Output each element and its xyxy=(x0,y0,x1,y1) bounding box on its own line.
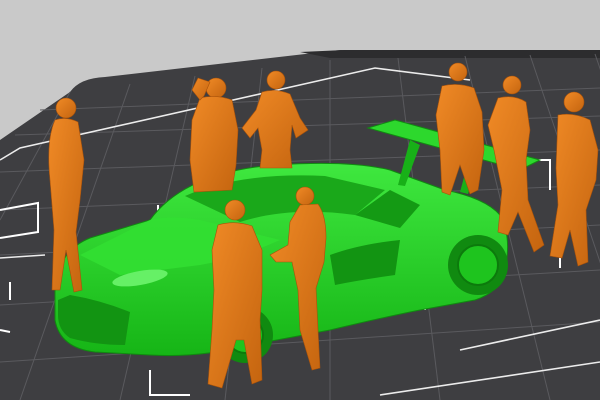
car-rear-wheel-rim xyxy=(457,244,499,286)
3d-viewport[interactable] xyxy=(0,0,600,400)
bed-rear-rim xyxy=(300,50,600,58)
scene-canvas[interactable] xyxy=(0,0,600,400)
